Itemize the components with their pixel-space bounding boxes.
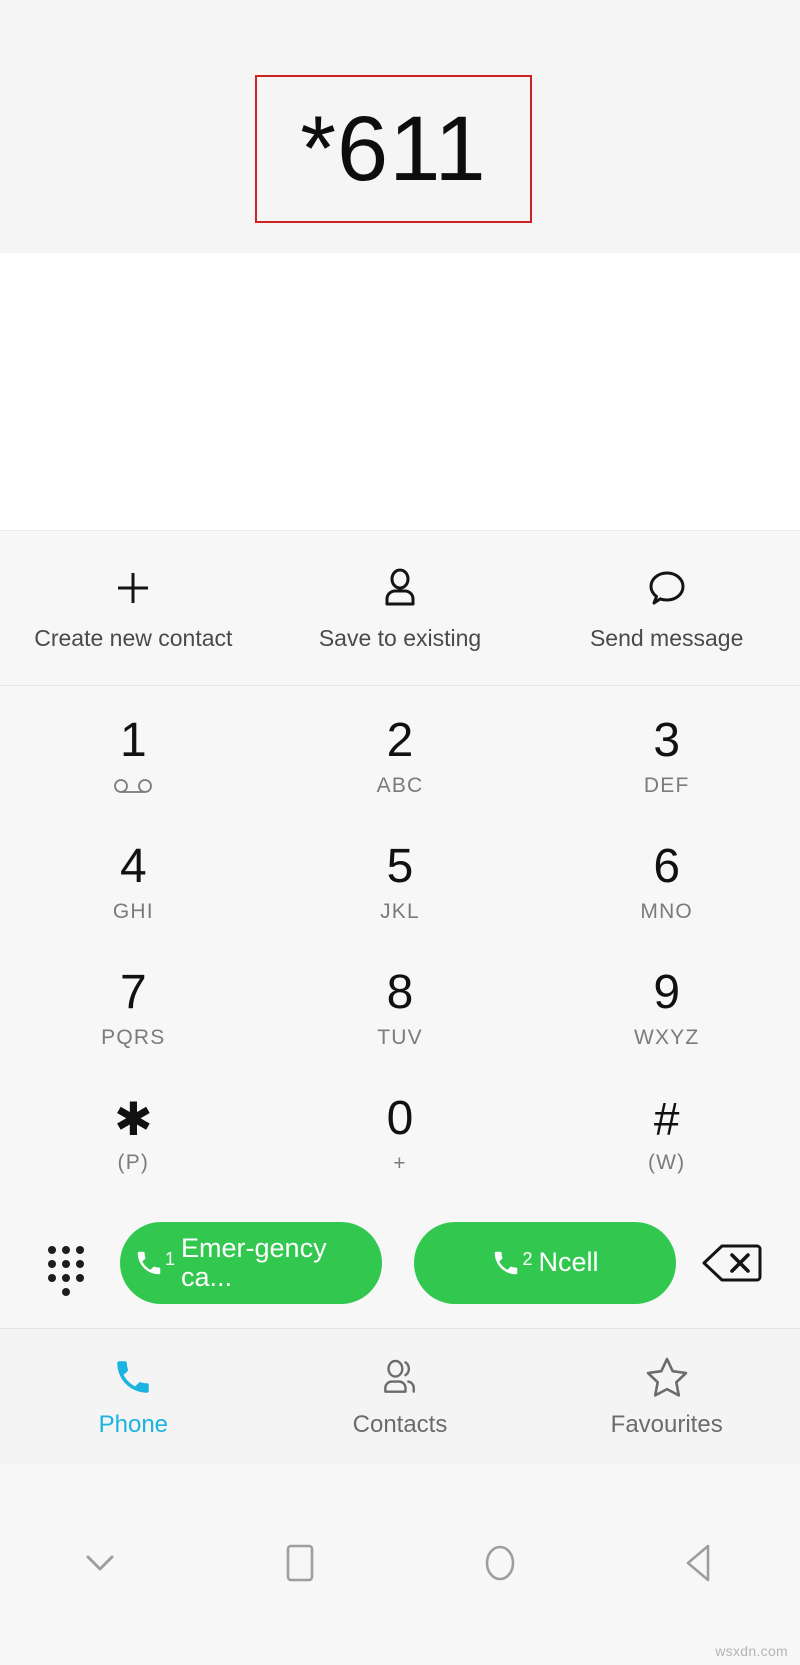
key-5-digit: 5 — [386, 840, 414, 893]
key-0-sub: + — [393, 1152, 407, 1175]
key-3-digit: 3 — [653, 714, 681, 767]
suggestions-empty-area — [0, 253, 800, 531]
create-new-contact-label: Create new contact — [34, 624, 233, 651]
keypad-row-4: ✱ (P) 0 + # (W) — [0, 1072, 800, 1198]
keypad-row-1: 1 2 ABC 3 DEF — [0, 694, 800, 820]
save-to-existing-action[interactable]: Save to existing — [267, 565, 534, 652]
key-0-digit: 0 — [386, 1092, 414, 1145]
tab-favourites[interactable]: Favourites — [533, 1355, 800, 1439]
quick-actions-row: Create new contact Save to existing Send… — [0, 531, 800, 686]
key-star-sub: (P) — [117, 1151, 150, 1174]
phone-icon — [112, 1355, 154, 1399]
key-7-letters: PQRS — [101, 1026, 166, 1049]
key-6[interactable]: 6 MNO — [533, 820, 800, 946]
dialpad-icon[interactable] — [28, 1225, 104, 1301]
bottom-tab-bar: Phone Contacts Favourites — [0, 1328, 800, 1465]
key-9-digit: 9 — [653, 966, 681, 1019]
square-icon — [282, 1542, 318, 1589]
phone-dialer-screen: *611 Create new contact Save to existing — [0, 0, 800, 1665]
key-star[interactable]: ✱ (P) — [0, 1072, 267, 1198]
key-9[interactable]: 9 WXYZ — [533, 946, 800, 1072]
key-2-digit: 2 — [386, 714, 414, 767]
phone-icon: 1 — [134, 1248, 175, 1278]
key-7[interactable]: 7 PQRS — [0, 946, 267, 1072]
key-7-digit: 7 — [119, 966, 147, 1019]
call-button-sim1[interactable]: 1 Emer-gency ca... — [120, 1222, 382, 1304]
triangle-left-icon — [680, 1541, 720, 1590]
key-3-letters: DEF — [643, 774, 690, 797]
key-1[interactable]: 1 — [0, 694, 267, 820]
key-5[interactable]: 5 JKL — [267, 820, 534, 946]
android-navigation-bar: wsxdn.com — [0, 1465, 800, 1665]
key-hash-sub: (W) — [647, 1151, 686, 1174]
chevron-down-icon — [80, 1547, 120, 1584]
key-hash[interactable]: # (W) — [533, 1072, 800, 1198]
call-button-sim2[interactable]: 2 Ncell — [414, 1222, 676, 1304]
tab-favourites-label: Favourites — [610, 1411, 723, 1438]
key-star-symbol: ✱ — [114, 1093, 153, 1145]
person-icon — [378, 565, 422, 611]
message-bubble-icon — [645, 565, 689, 611]
key-6-letters: MNO — [640, 900, 693, 923]
nav-recents[interactable] — [200, 1465, 400, 1665]
watermark: wsxdn.com — [715, 1643, 788, 1659]
key-2[interactable]: 2 ABC — [267, 694, 534, 820]
send-message-action[interactable]: Send message — [533, 565, 800, 652]
plus-icon — [111, 565, 155, 611]
keypad-row-2: 4 GHI 5 JKL 6 MNO — [0, 820, 800, 946]
tab-phone[interactable]: Phone — [0, 1355, 267, 1439]
key-5-letters: JKL — [380, 900, 420, 923]
save-to-existing-label: Save to existing — [318, 624, 482, 651]
sim-indicator-2: 2 — [522, 1249, 533, 1269]
key-8-letters: TUV — [377, 1026, 423, 1049]
circle-icon — [480, 1541, 520, 1590]
sim-indicator-1: 1 — [165, 1249, 176, 1269]
call-action-bar: 1 Emer-gency ca... 2 Ncell — [0, 1198, 800, 1328]
key-2-letters: ABC — [376, 774, 424, 797]
phone-icon: 2 — [491, 1248, 533, 1278]
nav-hide-keyboard[interactable] — [0, 1465, 200, 1665]
create-new-contact-action[interactable]: Create new contact — [0, 565, 267, 652]
star-icon — [645, 1355, 689, 1399]
dial-keypad: 1 2 ABC 3 DEF 4 GHI 5 JKL 6 MNO 7 PQRS 8… — [0, 686, 800, 1198]
key-1-digit: 1 — [119, 714, 147, 767]
people-icon — [378, 1355, 422, 1399]
dialed-number-display[interactable]: *611 — [0, 0, 800, 253]
key-3[interactable]: 3 DEF — [533, 694, 800, 820]
key-4[interactable]: 4 GHI — [0, 820, 267, 946]
key-4-letters: GHI — [112, 900, 154, 923]
tab-contacts[interactable]: Contacts — [267, 1355, 534, 1439]
key-0[interactable]: 0 + — [267, 1072, 534, 1198]
keypad-row-3: 7 PQRS 8 TUV 9 WXYZ — [0, 946, 800, 1072]
number-highlight-annotation: *611 — [255, 75, 532, 223]
call-button-sim2-label: Ncell — [538, 1247, 599, 1278]
key-9-letters: WXYZ — [633, 1026, 700, 1049]
dialed-number-text: *611 — [300, 98, 487, 200]
nav-home[interactable] — [400, 1465, 600, 1665]
key-4-digit: 4 — [119, 840, 147, 893]
backspace-icon[interactable] — [692, 1225, 772, 1301]
key-8-digit: 8 — [386, 966, 414, 1019]
send-message-label: Send message — [589, 624, 744, 651]
voicemail-icon — [113, 775, 153, 797]
dialpad-dots — [46, 1240, 86, 1296]
key-6-digit: 6 — [653, 840, 681, 893]
key-8[interactable]: 8 TUV — [267, 946, 534, 1072]
tab-contacts-label: Contacts — [352, 1411, 448, 1438]
key-hash-symbol: # — [653, 1093, 680, 1145]
call-button-sim1-label: Emer-gency ca... — [181, 1232, 327, 1292]
tab-phone-label: Phone — [98, 1411, 169, 1438]
nav-back[interactable] — [600, 1465, 800, 1665]
